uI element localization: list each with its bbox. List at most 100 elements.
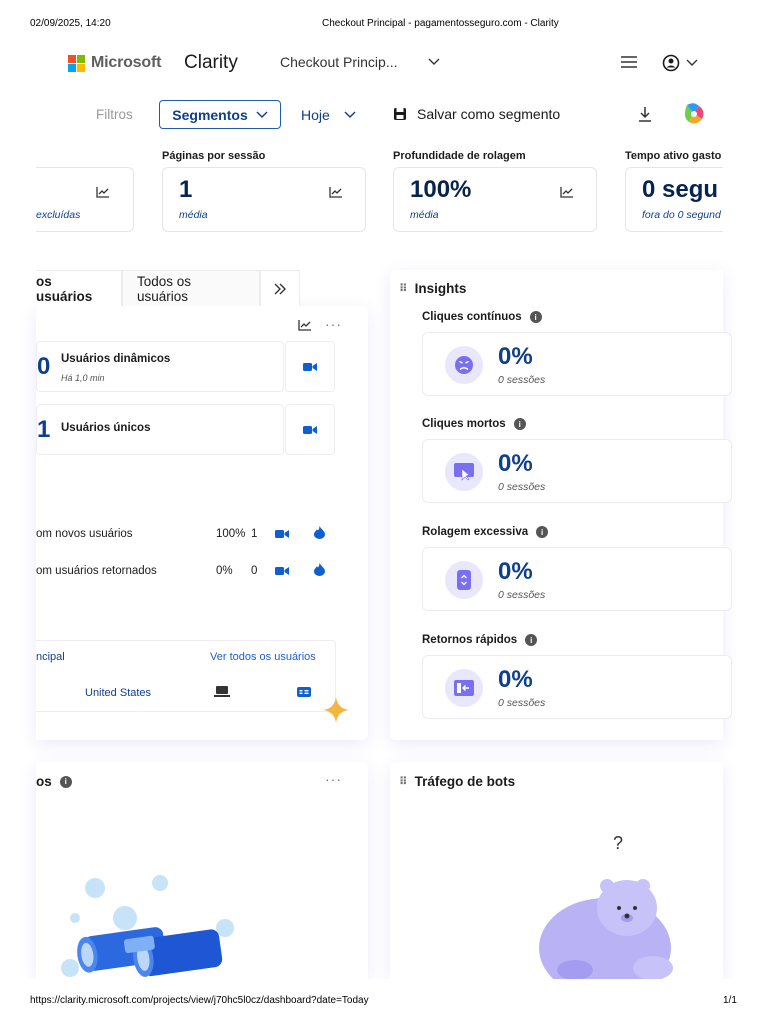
heatmap-flame-icon[interactable] xyxy=(314,526,325,539)
metric-card-scroll-depth[interactable]: 100% média xyxy=(393,167,597,232)
bottom-left-header: os i xyxy=(36,774,72,789)
download-icon[interactable] xyxy=(637,106,653,122)
view-all-users-link[interactable]: Ver todos os usuários xyxy=(210,651,316,663)
info-icon[interactable]: i xyxy=(525,634,538,646)
metric-label: Tempo ativo gasto xyxy=(625,150,722,162)
bot-traffic-title: Tráfego de bots xyxy=(414,774,516,789)
microsoft-logo-icon xyxy=(68,54,85,72)
video-camera-icon[interactable] xyxy=(275,529,289,539)
metric-card-pages-per-session[interactable]: 1 média xyxy=(162,167,366,232)
insights-header: ⠿ Insights xyxy=(399,281,466,296)
metric-sub: média xyxy=(410,209,439,221)
tabs-overflow-button[interactable] xyxy=(260,270,300,306)
microsoft-brand: Microsoft xyxy=(91,54,162,71)
metric-card-sessions-excluded[interactable]: excluídas xyxy=(36,167,134,232)
account-menu[interactable] xyxy=(660,53,700,73)
filters-button[interactable]: Filtros xyxy=(96,107,133,122)
trend-icon[interactable] xyxy=(96,186,110,198)
insight-title: Rolagem excessiva i xyxy=(422,526,549,538)
live-users-count: 0 xyxy=(37,353,51,380)
insight-card-rage-clicks[interactable]: 0% 0 sessões xyxy=(422,332,732,396)
segments-label: Segmentos xyxy=(172,106,248,123)
metric-label: Páginas por sessão xyxy=(162,150,266,162)
save-icon xyxy=(394,108,406,120)
date-selector[interactable]: Hoje xyxy=(301,107,356,123)
drag-handle-icon[interactable]: ⠿ xyxy=(399,282,408,295)
video-camera-icon xyxy=(303,362,317,371)
segment-new-users-pct: 100% xyxy=(216,528,246,540)
segments-button[interactable]: Segmentos xyxy=(159,100,281,129)
tab-all-users[interactable]: Todos os usuários xyxy=(122,270,260,306)
heatmap-flame-icon[interactable] xyxy=(314,563,325,576)
date-label: Hoje xyxy=(301,107,330,123)
segment-returning-users-pct: 0% xyxy=(216,565,233,577)
trend-icon[interactable] xyxy=(329,186,343,198)
page-label: ncipal xyxy=(36,651,65,663)
segment-new-users-label: om novos usuários xyxy=(36,528,133,540)
metric-sub: excluídas xyxy=(36,209,81,221)
polar-bear-illustration xyxy=(539,879,673,979)
metric-sub: média xyxy=(179,209,208,221)
chevron-down-icon xyxy=(344,111,356,118)
angry-face-icon xyxy=(445,346,483,384)
id-card-icon[interactable] xyxy=(297,687,311,697)
info-icon[interactable]: i xyxy=(529,311,542,323)
recordings-button[interactable] xyxy=(285,341,335,392)
project-selector[interactable]: Checkout Princip... xyxy=(280,54,440,70)
double-chevron-right-icon xyxy=(274,283,286,294)
live-users-card[interactable]: 0 Usuários dinâmicos Há 1,0 min xyxy=(36,341,284,392)
bottom-left-title: os xyxy=(36,774,52,789)
app-name[interactable]: Clarity xyxy=(184,52,238,74)
video-camera-icon xyxy=(303,425,317,434)
insight-value: 0% xyxy=(498,666,533,693)
microsoft-logo[interactable]: Microsoft xyxy=(68,54,161,72)
bot-traffic-header: ⠿ Tráfego de bots xyxy=(399,774,515,789)
phone-scroll-icon xyxy=(445,561,483,599)
users-tabs: os usuários Todos os usuários xyxy=(36,270,300,306)
tab-users-active[interactable]: os usuários xyxy=(36,270,122,306)
dead-click-icon xyxy=(445,453,483,491)
insight-card-dead-clicks[interactable]: 0% 0 sessões xyxy=(422,439,732,503)
insight-value: 0% xyxy=(498,558,533,585)
save-segment-button[interactable]: Salvar como segmento xyxy=(393,106,560,122)
more-options-icon[interactable]: ··· xyxy=(325,771,342,787)
metric-value: 1 xyxy=(179,176,193,203)
chevron-down-icon xyxy=(256,111,268,118)
metric-card-active-time[interactable]: 0 segu fora do 0 segund xyxy=(625,167,723,232)
user-detail-card: ncipal Ver todos os usuários United Stat… xyxy=(36,640,336,712)
quick-back-icon xyxy=(445,669,483,707)
insight-label: Cliques contínuos xyxy=(422,311,522,323)
chevron-down-icon xyxy=(428,58,439,65)
info-icon[interactable]: i xyxy=(536,526,549,538)
insight-card-quick-backs[interactable]: 0% 0 sessões xyxy=(422,655,732,719)
project-name: Checkout Princip... xyxy=(280,54,398,70)
unique-users-card[interactable]: 1 Usuários únicos xyxy=(36,404,284,455)
hamburger-menu-icon[interactable] xyxy=(620,55,638,69)
copilot-icon[interactable] xyxy=(680,100,708,128)
insight-title: Cliques mortos i xyxy=(422,418,526,430)
metric-value: 0 segu xyxy=(642,176,719,203)
trend-icon[interactable] xyxy=(560,186,574,198)
more-options-icon[interactable]: ··· xyxy=(325,316,342,332)
question-mark: ? xyxy=(613,833,624,853)
chevron-down-icon xyxy=(686,59,698,66)
insight-card-excessive-scrolling[interactable]: 0% 0 sessões xyxy=(422,547,732,611)
insight-sessions: 0 sessões xyxy=(498,374,546,386)
trend-icon[interactable] xyxy=(298,319,312,331)
unique-users-title: Usuários únicos xyxy=(61,422,151,434)
print-title: Checkout Principal - pagamentosseguro.co… xyxy=(322,18,559,29)
print-page-number: 1/1 xyxy=(723,995,737,1006)
info-icon[interactable]: i xyxy=(513,418,526,430)
insight-sessions: 0 sessões xyxy=(498,697,546,709)
insight-title: Cliques contínuos i xyxy=(422,311,542,323)
recordings-button[interactable] xyxy=(285,404,335,455)
live-users-sub: Há 1,0 min xyxy=(61,373,105,383)
video-camera-icon[interactable] xyxy=(275,566,289,576)
desktop-icon xyxy=(214,686,230,697)
insight-label: Retornos rápidos xyxy=(422,634,518,646)
country-label: United States xyxy=(85,687,152,699)
drag-handle-icon[interactable]: ⠿ xyxy=(399,775,408,788)
account-icon xyxy=(662,54,680,72)
sparkle-icon[interactable] xyxy=(323,697,349,723)
info-icon[interactable]: i xyxy=(59,775,72,788)
